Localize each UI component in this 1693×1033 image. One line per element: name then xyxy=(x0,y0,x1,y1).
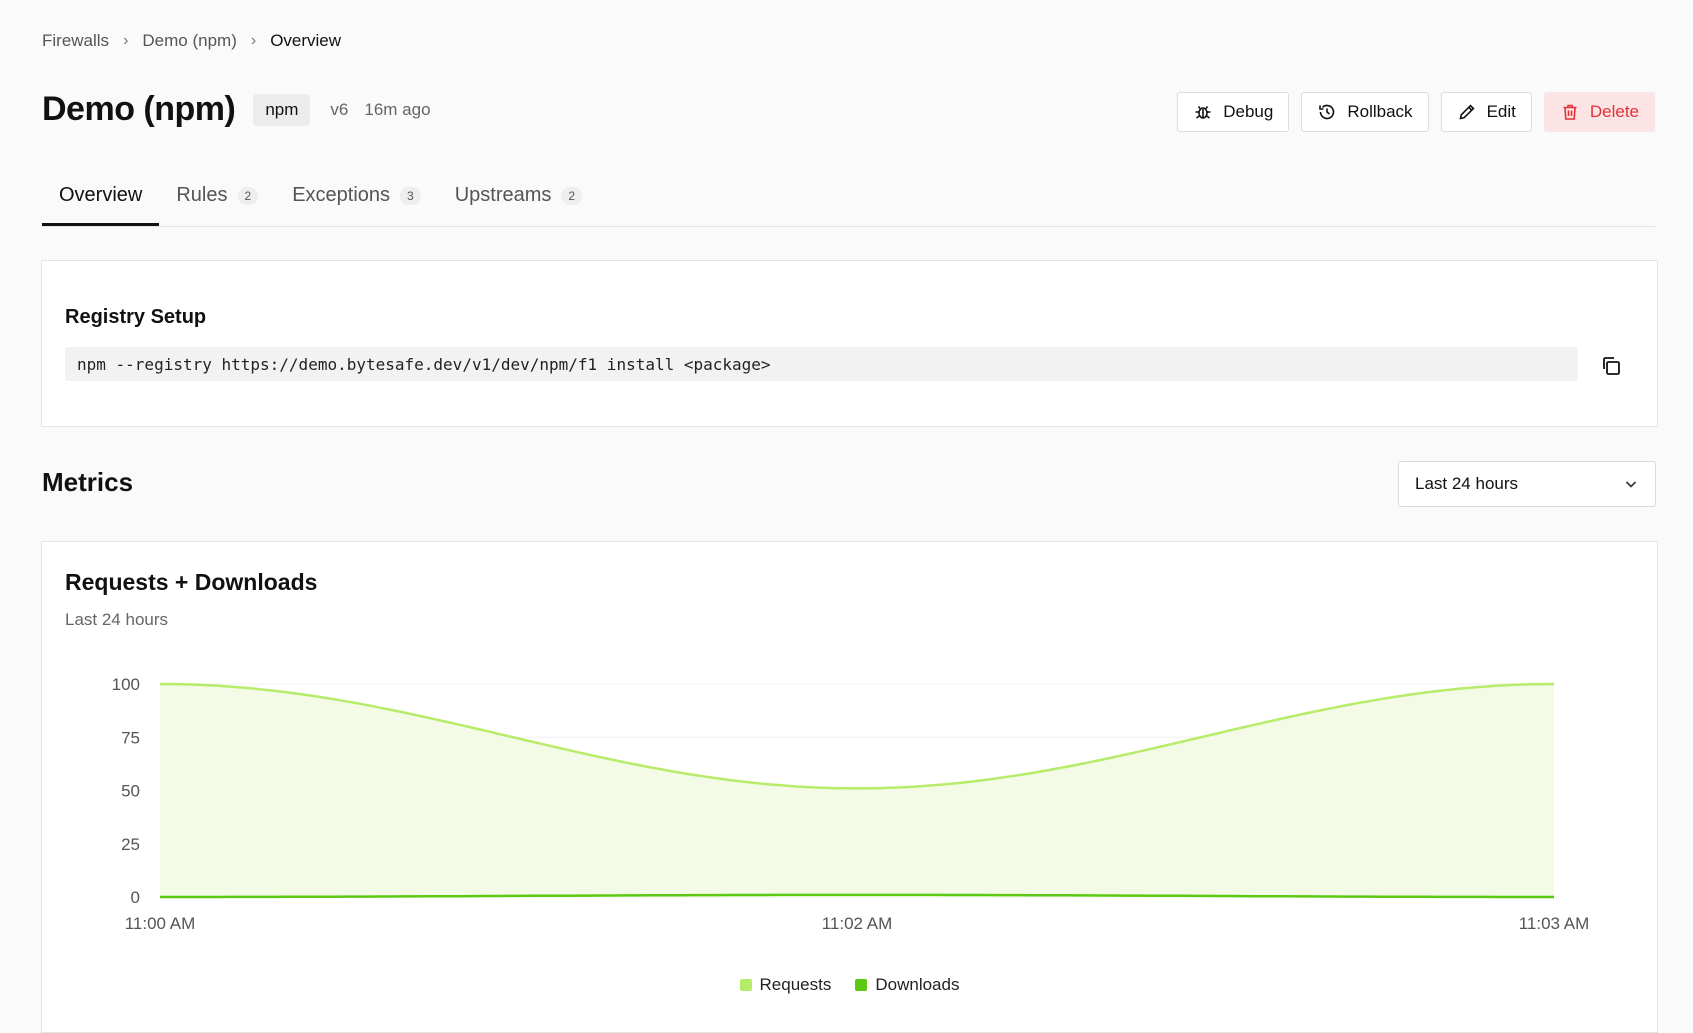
tab-exceptions[interactable]: Exceptions 3 xyxy=(275,182,438,224)
breadcrumb-demo-npm[interactable]: Demo (npm) xyxy=(142,31,236,51)
debug-button[interactable]: Debug xyxy=(1177,92,1290,132)
tab-upstreams-count: 2 xyxy=(561,187,583,205)
updated-timestamp: 16m ago xyxy=(364,99,431,119)
registry-command[interactable]: npm --registry https://demo.bytesafe.dev… xyxy=(65,347,1578,381)
requests-area xyxy=(160,684,1554,897)
y-tick-label: 0 xyxy=(131,888,140,907)
legend-item-downloads[interactable]: Downloads xyxy=(855,975,959,995)
y-tick-label: 25 xyxy=(121,835,140,854)
y-tick-label: 50 xyxy=(121,782,140,801)
delete-button-label: Delete xyxy=(1589,102,1639,121)
edit-button[interactable]: Edit xyxy=(1440,92,1532,132)
chevron-right-icon: › xyxy=(250,32,257,49)
tab-bar: Overview Rules 2 Exceptions 3 Upstreams … xyxy=(42,182,1655,227)
page-title: Demo (npm) xyxy=(42,90,236,128)
tab-upstreams-label: Upstreams xyxy=(454,184,552,206)
pencil-icon xyxy=(1459,104,1475,120)
rollback-button-label: Rollback xyxy=(1347,102,1413,121)
legend-label-requests: Requests xyxy=(759,975,832,994)
metrics-heading: Metrics xyxy=(42,467,134,497)
chart-legend: Requests Downloads xyxy=(42,975,1657,995)
tab-exceptions-label: Exceptions xyxy=(292,184,391,206)
registry-setup-card: Registry Setup npm --registry https://de… xyxy=(41,260,1658,427)
breadcrumb: Firewalls › Demo (npm) › Overview xyxy=(42,31,341,51)
registry-command-text: npm --registry https://demo.bytesafe.dev… xyxy=(77,354,771,374)
breadcrumb-current: Overview xyxy=(270,31,342,50)
breadcrumb-firewalls[interactable]: Firewalls xyxy=(42,31,109,51)
tab-upstreams[interactable]: Upstreams 2 xyxy=(438,182,599,224)
chevron-right-icon: › xyxy=(123,32,129,49)
tab-rules[interactable]: Rules 2 xyxy=(159,182,275,224)
area-chart: 100 75 50 25 0 11:00 AM 11:02 AM 11:03 AM xyxy=(112,675,1590,933)
x-tick-label: 11:00 AM xyxy=(125,914,196,933)
tab-rules-label: Rules xyxy=(176,184,228,206)
tab-overview[interactable]: Overview xyxy=(42,182,160,226)
edit-button-label: Edit xyxy=(1486,102,1516,121)
chevron-down-icon xyxy=(1625,481,1637,488)
firewall-overview-page: Firewalls › Demo (npm) › Overview Demo (… xyxy=(0,0,1693,1033)
delete-button[interactable]: Delete xyxy=(1543,92,1655,132)
header-actions: Debug Rollback Edit Delete xyxy=(1177,92,1655,132)
trash-icon xyxy=(1563,104,1577,120)
bug-icon xyxy=(1195,106,1211,119)
version-label: v6 xyxy=(330,99,349,119)
x-tick-label: 11:03 AM xyxy=(1519,914,1590,933)
y-tick-label: 100 xyxy=(112,675,140,694)
tab-exceptions-count: 3 xyxy=(400,187,421,205)
x-tick-label: 11:02 AM xyxy=(822,914,893,933)
time-range-select[interactable]: Last 24 hours xyxy=(1398,461,1656,507)
copy-icon xyxy=(1603,357,1620,375)
registry-type-badge: npm xyxy=(253,93,311,126)
debug-button-label: Debug xyxy=(1223,102,1274,121)
requests-downloads-chart-card: Requests + Downloads Last 24 hours 100 75… xyxy=(41,541,1658,1033)
page-header: Demo (npm) npm v6 16m ago xyxy=(42,90,431,129)
registry-setup-title: Registry Setup xyxy=(65,306,207,328)
copy-button[interactable] xyxy=(1597,352,1625,380)
legend-swatch-requests xyxy=(739,979,752,991)
tab-rules-count: 2 xyxy=(237,187,259,205)
time-range-value: Last 24 hours xyxy=(1415,474,1519,493)
legend-swatch-downloads xyxy=(855,979,868,991)
y-tick-label: 75 xyxy=(121,728,140,747)
legend-item-requests[interactable]: Requests xyxy=(739,975,832,995)
legend-label-downloads: Downloads xyxy=(875,975,960,994)
tab-overview-label: Overview xyxy=(59,184,143,206)
rollback-button[interactable]: Rollback xyxy=(1301,92,1429,132)
history-icon xyxy=(1319,104,1335,120)
